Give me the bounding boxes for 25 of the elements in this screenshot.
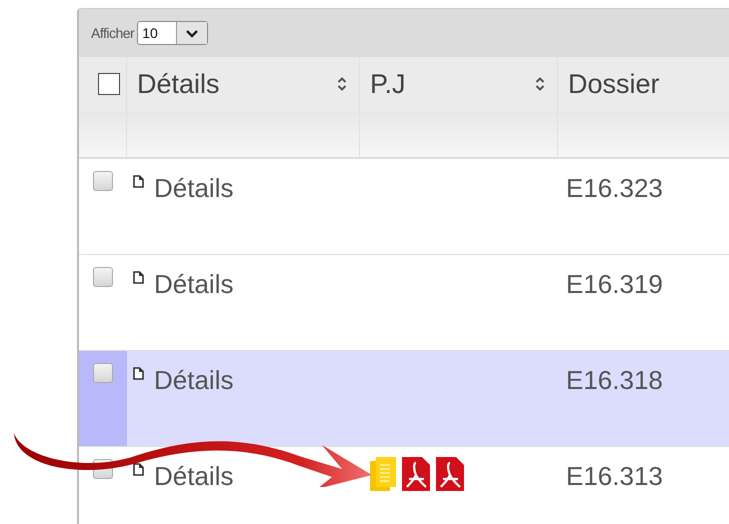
details-link[interactable]: Détails xyxy=(154,365,234,396)
dossier-cell: E16.313 xyxy=(566,461,663,492)
document-icon[interactable] xyxy=(133,367,144,380)
dossier-cell: E16.323 xyxy=(566,173,663,204)
pdf-icon[interactable] xyxy=(402,457,430,491)
page-size-select[interactable]: 10 xyxy=(137,21,208,45)
row-checkbox[interactable] xyxy=(93,171,113,191)
document-icon[interactable] xyxy=(133,463,144,476)
dossier-cell: E16.319 xyxy=(566,269,663,300)
details-link[interactable]: Détails xyxy=(154,173,234,204)
row-checkbox[interactable] xyxy=(93,363,113,383)
select-all-checkbox[interactable] xyxy=(98,73,120,95)
table-row[interactable]: Détails E16.318 xyxy=(79,351,729,447)
document-icon[interactable] xyxy=(133,271,144,284)
table-row[interactable]: Détails E16.323 xyxy=(79,159,729,255)
row-checkbox[interactable] xyxy=(93,267,113,287)
details-link[interactable]: Détails xyxy=(154,269,234,300)
pdf-icon[interactable] xyxy=(436,457,464,491)
sort-icon[interactable] xyxy=(535,77,545,91)
dossier-cell: E16.318 xyxy=(566,365,663,396)
page-size-label: Afficher xyxy=(91,25,134,41)
sort-icon[interactable] xyxy=(337,77,347,91)
document-icon[interactable] xyxy=(133,175,144,188)
chevron-down-icon xyxy=(184,28,199,38)
details-link[interactable]: Détails xyxy=(154,461,234,492)
